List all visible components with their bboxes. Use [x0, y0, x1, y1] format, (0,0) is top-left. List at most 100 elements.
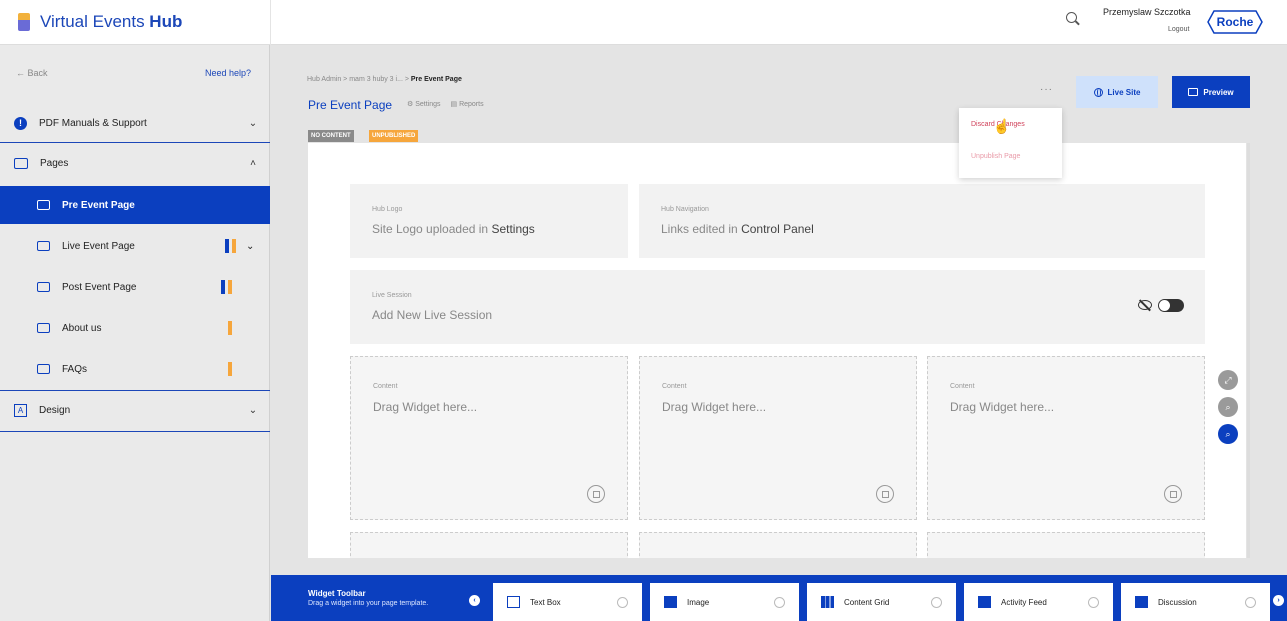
sidebar-item-post-event-page[interactable]: Post Event Page — [0, 268, 270, 306]
dropzone-text: Drag Widget here... — [373, 400, 478, 414]
logout-link[interactable]: Logout — [1168, 26, 1189, 33]
grid-icon — [821, 596, 834, 608]
image-icon — [664, 596, 677, 608]
status-indicator — [228, 321, 232, 335]
globe-icon — [1093, 87, 1103, 97]
drag-handle-icon[interactable] — [617, 596, 628, 608]
more-options-button[interactable]: ··· — [1040, 84, 1053, 95]
drag-handle-icon[interactable] — [1088, 596, 1099, 608]
content-dropzone-1[interactable]: Content Drag Widget here... — [350, 356, 628, 520]
canvas-scrollbar[interactable] — [1247, 143, 1250, 558]
roche-logo: Roche — [1207, 10, 1263, 34]
widget-label: Activity Feed — [1001, 597, 1047, 607]
brand-name: Virtual Events Hub — [40, 12, 183, 31]
info-icon: ! — [14, 116, 27, 130]
visibility-toggle[interactable] — [1158, 299, 1184, 312]
content-dropzone-6[interactable] — [927, 532, 1205, 558]
activity-feed-icon — [978, 596, 991, 608]
sidebar-item-label: PDF Manuals & Support — [39, 117, 147, 129]
dropzone-text: Drag Widget here... — [950, 400, 1055, 414]
status-indicator — [221, 280, 232, 294]
back-link[interactable]: ← Back — [16, 68, 48, 78]
widget-add-icon[interactable] — [876, 485, 894, 503]
text-box-icon — [507, 596, 520, 608]
sidebar: Virtual Events Hub ← Back Need help? ! P… — [0, 0, 270, 621]
live-session-block[interactable]: Live Session Add New Live Session — [350, 270, 1205, 344]
widget-content-grid[interactable]: Content Grid — [807, 583, 956, 621]
widget-discussion[interactable]: Discussion — [1121, 583, 1270, 621]
sidebar-item-pages[interactable]: Pages ˄ — [0, 144, 270, 182]
widget-toolbar: Widget Toolbar Drag a widget into your p… — [271, 575, 1287, 621]
preview-icon — [1188, 88, 1199, 96]
widget-add-icon[interactable] — [587, 485, 605, 503]
block-text: Add New Live Session — [372, 308, 493, 322]
page-title: Pre Event Page — [308, 98, 393, 112]
need-help-link[interactable]: Need help? — [205, 68, 251, 78]
sidebar-item-pre-event-page[interactable]: Pre Event Page — [0, 186, 270, 224]
widget-text-box[interactable]: Text Box — [493, 583, 642, 621]
divider — [0, 431, 270, 432]
page-enter-icon — [37, 200, 50, 210]
page-exit-icon — [37, 282, 50, 292]
discussion-icon — [1135, 596, 1148, 608]
monitor-icon — [14, 157, 28, 169]
widget-add-icon[interactable] — [1164, 485, 1182, 503]
content-dropzone-3[interactable]: Content Drag Widget here... — [927, 356, 1205, 520]
chevron-down-icon: ⌄ — [248, 404, 258, 416]
toolbar-next-button[interactable]: › — [1273, 595, 1284, 606]
status-indicator — [228, 362, 232, 376]
widget-label: Discussion — [1158, 597, 1197, 607]
widget-activity-feed[interactable]: Activity Feed — [964, 583, 1113, 621]
unpublish-page-item[interactable]: Unpublish Page — [971, 153, 1020, 160]
preview-label: Preview — [1203, 87, 1234, 97]
content-dropzone-5[interactable] — [639, 532, 917, 558]
dropzone-caption: Content — [662, 383, 687, 390]
dropzone-text: Drag Widget here... — [662, 400, 767, 414]
breadcrumb-path[interactable]: Hub Admin > mam 3 huby 3 i... > — [307, 76, 411, 83]
toolbar-prev-button[interactable]: ‹ — [469, 595, 480, 606]
drag-handle-icon[interactable] — [774, 596, 785, 608]
page-links: ⚙ Settings ▤ Reports — [407, 100, 484, 108]
play-page-icon — [37, 241, 50, 251]
breadcrumb: Hub Admin > mam 3 huby 3 i... > Pre Even… — [307, 76, 462, 83]
page-canvas: Hub Logo Site Logo uploaded in Settings … — [308, 143, 1246, 558]
zoom-out-button[interactable]: ⌕ — [1218, 424, 1238, 444]
live-site-button[interactable]: Live Site — [1076, 76, 1158, 108]
user-name: Przemyslaw Szczotka — [1103, 7, 1191, 17]
hub-logo-icon — [18, 13, 30, 31]
widget-label: Content Grid — [844, 597, 890, 607]
sidebar-item-design[interactable]: A Design ⌄ — [0, 391, 270, 429]
chevron-down-icon[interactable]: ⌄ — [246, 241, 270, 252]
divider — [0, 142, 270, 143]
sidebar-item-about-us[interactable]: About us — [0, 309, 270, 347]
sidebar-item-manuals[interactable]: ! PDF Manuals & Support ⌄ — [0, 104, 270, 142]
list-icon — [37, 364, 50, 374]
search-icon[interactable] — [1066, 12, 1077, 23]
hub-navigation-block[interactable]: Hub Navigation Links edited in Control P… — [639, 184, 1205, 258]
settings-link[interactable]: ⚙ Settings — [407, 100, 441, 108]
hub-logo-block[interactable]: Hub Logo Site Logo uploaded in Settings — [350, 184, 628, 258]
toolbar-subtitle: Drag a widget into your page template. — [308, 600, 429, 607]
zoom-in-button[interactable]: ⌕ — [1218, 397, 1238, 417]
sidebar-item-label: Live Event Page — [62, 240, 135, 252]
content-dropzone-4[interactable] — [350, 532, 628, 558]
block-text: Links edited in Control Panel — [661, 222, 814, 236]
sidebar-item-label: About us — [62, 322, 102, 334]
more-options-menu: Discard Changes Unpublish Page — [959, 108, 1062, 178]
sidebar-item-live-event-page[interactable]: Live Event Page ⌄ — [0, 227, 270, 265]
reports-link[interactable]: ▤ Reports — [451, 100, 484, 108]
widget-image[interactable]: Image — [650, 583, 799, 621]
drag-handle-icon[interactable] — [1245, 596, 1256, 608]
top-bar: Przemyslaw Szczotka Logout Roche — [271, 0, 1287, 45]
brand-header[interactable]: Virtual Events Hub — [0, 0, 270, 45]
drag-handle-icon[interactable] — [931, 596, 942, 608]
unpublished-badge: UNPUBLISHED — [369, 130, 419, 142]
sidebar-item-faqs[interactable]: FAQs — [0, 350, 270, 388]
dropzone-caption: Content — [950, 383, 975, 390]
content-dropzone-2[interactable]: Content Drag Widget here... — [639, 356, 917, 520]
fit-screen-button[interactable]: ⤢ — [1218, 370, 1238, 390]
widget-label: Text Box — [530, 597, 561, 607]
block-caption: Hub Navigation — [661, 206, 709, 213]
preview-button[interactable]: Preview — [1172, 76, 1250, 108]
block-caption: Hub Logo — [372, 206, 403, 213]
